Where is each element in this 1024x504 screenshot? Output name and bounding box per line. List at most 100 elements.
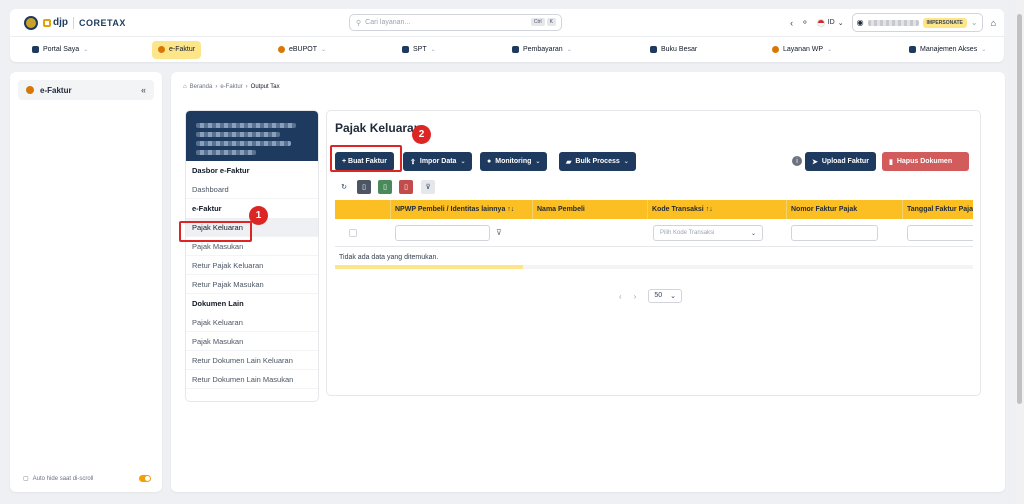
prev-page-icon[interactable]: ‹ [619,292,622,301]
next-page-icon[interactable]: › [634,292,637,301]
language-selector[interactable]: ID ⌄ [816,18,844,27]
sidebar: e-Faktur « ▢ Auto hide saat di-scroll [10,72,162,492]
subnav-item: Dasbor e-Faktur [192,166,250,175]
pembayaran-icon [512,46,519,53]
menu-label: Buku Besar [661,46,698,53]
auto-hide-icon: ▢ [23,476,29,482]
breadcrumb: ⌂ Beranda › e-Faktur › Output Tax [183,84,280,90]
kbd-ctrl: Ctrl [530,18,545,26]
info-icon[interactable]: i [792,156,802,166]
chevron-left-icon[interactable]: ‹ [790,18,793,28]
shortcut-hint: Ctrl K [530,18,556,26]
chevron-down-icon: ⌄ [535,159,541,165]
pagination: ‹ › 50 ⌄ [619,289,683,303]
excel-icon[interactable]: ▯ [378,180,392,194]
npwp-filter-input[interactable] [395,225,490,241]
divider [73,16,74,29]
col-npwp[interactable]: NPWP Pembeli / Identitas lainnya ↑↓ [391,200,533,219]
taxpayer-info-redacted [186,111,318,161]
djp-logo: djp [43,17,68,28]
menu-label: Portal Saya [43,46,80,53]
impor-data-button[interactable]: ⇪ Impor Data ⌄ [403,152,473,171]
upload-icon: ⇪ [410,158,416,166]
callout-box-1 [179,221,252,242]
auto-hide-toggle[interactable] [139,475,151,482]
subnav-item[interactable]: Dashboard [186,180,318,199]
callout-badge-1: 1 [249,206,268,225]
menu-label: Layanan WP [783,46,824,53]
page-scrollbar[interactable] [1015,0,1024,504]
chevron-down-icon: ⌄ [566,47,572,53]
page-scrollbar-thumb[interactable] [1017,14,1022,404]
table-header: NPWP Pembeli / Identitas lainnya ↑↓ Nama… [335,200,973,219]
chevron-down-icon: ⌄ [827,47,833,53]
scrollbar-thumb[interactable] [335,265,523,269]
lang-label: ID [827,19,835,26]
chevron-down-icon: ⌄ [83,47,89,53]
djp-text: djp [53,17,68,28]
trash-icon: ▮ [889,158,893,166]
breadcrumb-e-faktur[interactable]: e-Faktur [220,84,242,90]
top-bar: djp CORETAX ⚲ Cari layanan... Ctrl K ‹ ⚬… [10,9,1004,36]
user-menu[interactable]: ◉ IMPERSONATE ⌄ [851,13,983,32]
brand-logo[interactable]: djp CORETAX [24,15,126,30]
ebupot-icon [278,46,285,53]
page-size-select[interactable]: 50 ⌄ [648,289,683,303]
monitoring-button[interactable]: ● Monitoring ⌄ [480,152,548,171]
bulk-process-button[interactable]: ▰ Bulk Process ⌄ [559,152,636,171]
search-input[interactable]: ⚲ Cari layanan... Ctrl K [349,14,562,31]
menu-ebupot[interactable]: eBUPOT ⌄ [272,41,332,59]
nomor-faktur-filter-input[interactable] [791,225,878,241]
select-all-checkbox[interactable] [349,229,357,237]
main-menu: Portal Saya ⌄ e-Faktur eBUPOT ⌄ SPT ⌄ Pemba… [10,36,1004,62]
clear-filter-icon[interactable]: ⊽ [421,180,435,194]
col-nomor-faktur[interactable]: Nomor Faktur Pajak [787,200,903,219]
subnav-item[interactable]: Retur Dokumen Lain Masukan [186,370,318,389]
menu-spt[interactable]: SPT ⌄ [396,41,442,59]
col-kode-transaksi[interactable]: Kode Transaksi ↑↓ [648,200,787,219]
home-icon[interactable]: ⌂ [183,84,187,90]
sidebar-item-e-faktur[interactable]: e-Faktur « [18,80,154,100]
menu-manajemen-akses[interactable]: Manajemen Akses ⌄ [903,41,992,59]
chevron-down-icon: ⌄ [837,19,844,27]
chevron-down-icon: ⌄ [460,159,466,165]
col-tanggal-faktur[interactable]: Tanggal Faktur Pajak [903,200,973,219]
layanan-icon [772,46,779,53]
filter-row: ⊽ Pilih Kode Transaksi ⌄ [335,219,973,247]
menu-label: SPT [413,46,427,53]
home-icon[interactable]: ⌂ [991,18,996,28]
refresh-icon[interactable]: ↻ [337,180,351,194]
collapse-icon[interactable]: « [141,85,146,95]
filter-icon[interactable]: ⊽ [496,228,502,237]
menu-e-faktur[interactable]: e-Faktur [152,40,202,59]
subnav-item[interactable]: Retur Pajak Keluaran [186,256,318,275]
efaktur-subnav: Dasbor e-Faktur Dashboard e-Faktur Pajak Ke… [185,110,319,402]
menu-portal-saya[interactable]: Portal Saya ⌄ [26,41,94,59]
book-icon [650,46,657,53]
sidebar-item-label: e-Faktur [40,85,72,95]
hapus-dokumen-button[interactable]: ▮ Hapus Dokumen [882,152,969,171]
menu-label: Pembayaran [523,46,563,53]
user-name-redacted [867,19,919,26]
subnav-item[interactable]: Retur Pajak Masukan [186,275,318,294]
upload-faktur-button[interactable]: ➤ Upload Faktur [805,152,876,171]
horizontal-scrollbar[interactable] [335,265,973,269]
pdf-icon[interactable]: ▯ [399,180,413,194]
bell-icon[interactable]: ⚬ [801,17,809,28]
file-icon[interactable]: ▯ [357,180,371,194]
col-nama-pembeli[interactable]: Nama Pembeli [533,200,648,219]
menu-buku-besar[interactable]: Buku Besar [644,41,703,59]
upload-label: Upload Faktur [821,158,869,165]
breadcrumb-beranda[interactable]: Beranda [190,84,213,90]
tanggal-filter-input[interactable] [907,225,973,241]
subnav-item[interactable]: Pajak Keluaran [186,313,318,332]
subnav-item[interactable]: Retur Dokumen Lain Keluaran [186,351,318,370]
menu-pembayaran[interactable]: Pembayaran ⌄ [506,41,578,59]
chevron-down-icon: ⌄ [623,159,629,165]
kode-placeholder: Pilih Kode Transaksi [660,230,715,236]
kode-transaksi-select[interactable]: Pilih Kode Transaksi ⌄ [653,225,763,241]
menu-layanan-wp[interactable]: Layanan WP ⌄ [766,41,838,59]
subnav-item[interactable]: Pajak Masukan [186,332,318,351]
emblem-icon [24,15,38,30]
search-placeholder: Cari layanan... [365,19,411,26]
